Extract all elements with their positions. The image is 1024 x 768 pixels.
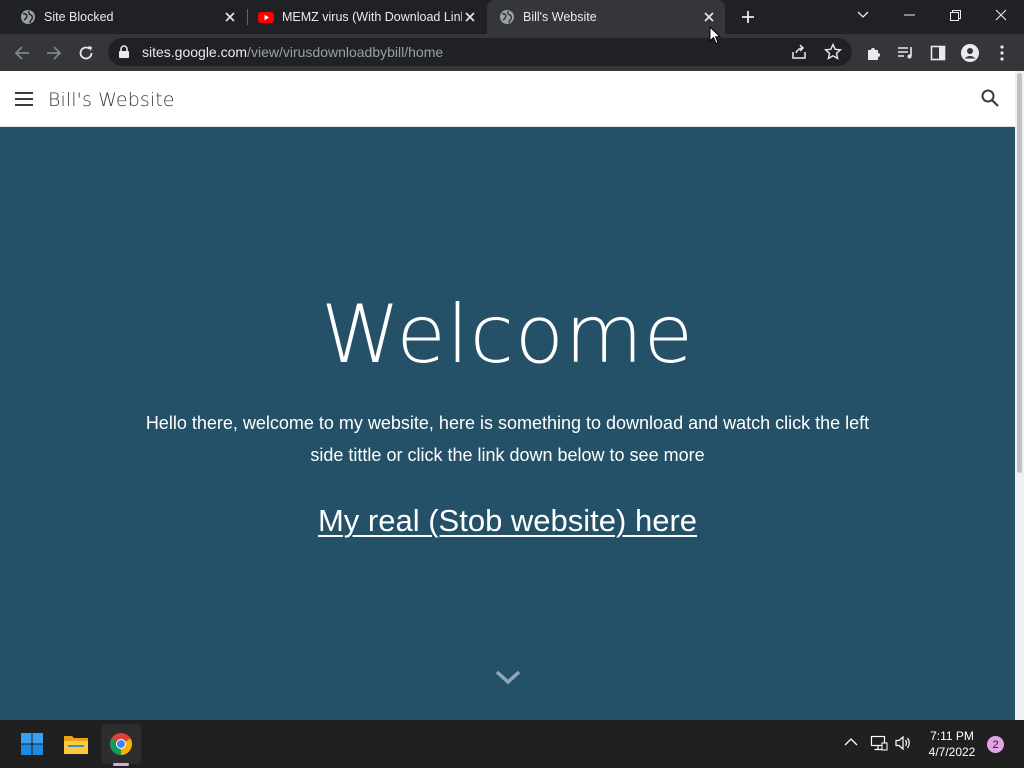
active-app-indicator [113, 763, 129, 766]
hero-link-container: My real (Stob website) here [0, 503, 1015, 539]
close-tab-icon[interactable] [462, 9, 478, 25]
forward-arrow-icon [47, 46, 62, 60]
media-queue-icon [898, 47, 912, 59]
browser-toolbar: sites.google.com/view/virusdownloadbybil… [0, 34, 1024, 71]
tab-site-blocked[interactable]: Site Blocked [0, 0, 246, 34]
clock-time: 7:11 PM [930, 729, 974, 743]
restore-icon [949, 9, 961, 21]
windows-taskbar: 7:11 PM 4/7/2022 2 [0, 720, 1024, 768]
reload-icon [79, 46, 93, 60]
close-tab-icon[interactable] [701, 9, 717, 25]
notification-badge[interactable]: 2 [987, 736, 1004, 753]
address-bar[interactable]: sites.google.com/view/virusdownloadbybil… [108, 38, 852, 66]
reload-button[interactable] [72, 39, 100, 67]
globe-icon [500, 10, 514, 24]
url-host: sites.google.com [142, 44, 248, 60]
lock-icon[interactable] [118, 45, 130, 59]
start-button[interactable] [12, 724, 52, 764]
mouse-cursor-icon [709, 26, 721, 45]
chrome-taskbar-button[interactable] [101, 724, 141, 764]
hero-section: Welcome Hello there, welcome to my websi… [0, 127, 1015, 720]
plus-icon [742, 11, 754, 23]
side-panel-icon [930, 45, 946, 61]
browser-tab-strip: Site Blocked MEMZ virus (With Download L… [0, 0, 1024, 34]
tab-title: MEMZ virus (With Download Link) [282, 10, 462, 24]
chevron-down-icon [857, 11, 869, 18]
side-panel-button[interactable] [924, 39, 952, 67]
site-title[interactable]: Bill's Website [48, 89, 175, 111]
profile-button[interactable] [956, 39, 984, 67]
kebab-menu-icon [1000, 45, 1004, 61]
stob-website-link[interactable]: My real (Stob website) here [318, 503, 697, 538]
chevron-up-icon[interactable] [844, 737, 858, 747]
page-scrollbar[interactable] [1015, 71, 1024, 720]
back-arrow-icon [14, 46, 29, 60]
close-tab-icon[interactable] [222, 9, 238, 25]
youtube-icon [258, 12, 274, 23]
restore-button[interactable] [932, 0, 978, 30]
tab-memz-video[interactable]: MEMZ virus (With Download Link) [248, 0, 486, 34]
forward-button[interactable] [40, 39, 68, 67]
minimize-button[interactable] [886, 0, 932, 30]
scroll-down-chevron-icon[interactable] [494, 669, 522, 685]
folder-icon [64, 736, 88, 754]
media-control-button[interactable] [892, 39, 920, 67]
bookmark-star-icon[interactable] [824, 43, 842, 61]
share-icon[interactable] [790, 43, 808, 61]
hamburger-menu-icon[interactable] [14, 89, 34, 109]
browser-menu-button[interactable] [988, 39, 1016, 67]
url-path: /view/virusdownloadbybill/home [247, 44, 444, 60]
file-explorer-button[interactable] [56, 724, 96, 764]
close-window-button[interactable] [978, 0, 1024, 30]
taskbar-clock[interactable]: 7:11 PM 4/7/2022 [920, 728, 984, 760]
avatar-icon [961, 44, 979, 62]
site-header: Bill's Website [0, 71, 1015, 127]
close-icon [995, 9, 1007, 21]
chrome-icon [110, 733, 132, 755]
volume-icon[interactable] [894, 735, 912, 751]
back-button[interactable] [8, 39, 36, 67]
web-page: Bill's Website Welcome Hello there, welc… [0, 71, 1015, 720]
tab-bills-website[interactable]: Bill's Website [487, 0, 725, 34]
minimize-icon [903, 14, 915, 16]
tab-title: Site Blocked [44, 10, 114, 24]
tab-search-button[interactable] [840, 0, 886, 30]
search-icon[interactable] [980, 88, 1000, 108]
windows-logo-icon [21, 733, 43, 755]
hero-description: Hello there, welcome to my website, here… [145, 413, 870, 465]
hero-heading: Welcome [321, 288, 694, 381]
extensions-button[interactable] [860, 39, 888, 67]
globe-icon [21, 10, 35, 24]
network-icon[interactable] [870, 734, 888, 752]
puzzle-icon [868, 48, 880, 60]
new-tab-button[interactable] [736, 5, 760, 29]
url-text[interactable]: sites.google.com/view/virusdownloadbybil… [142, 44, 443, 60]
scrollbar-thumb[interactable] [1017, 73, 1022, 473]
tab-title: Bill's Website [523, 10, 597, 24]
clock-date: 4/7/2022 [928, 745, 976, 759]
